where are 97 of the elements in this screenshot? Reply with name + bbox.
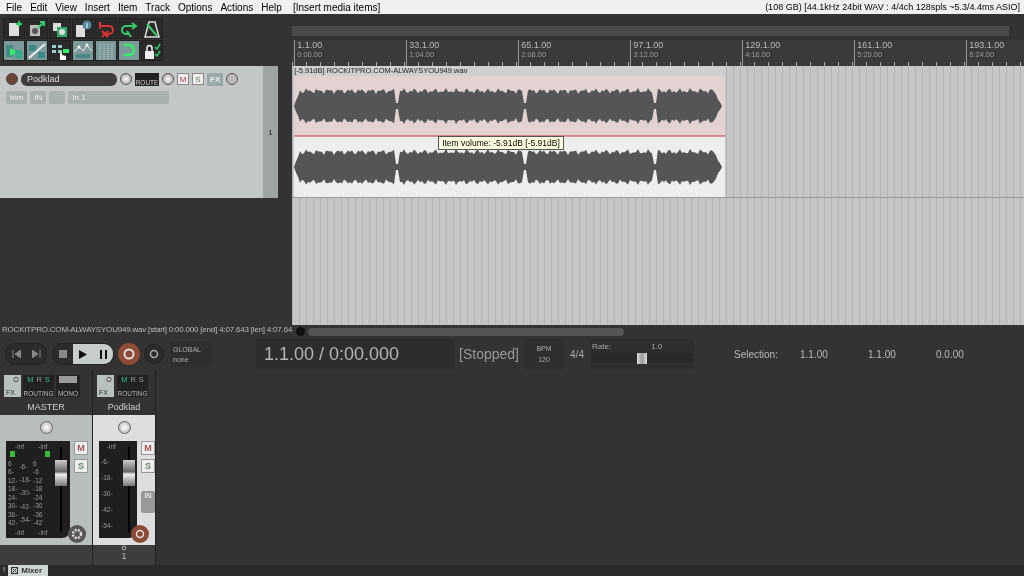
envelope-button[interactable] — [226, 73, 239, 85]
rate-value: 1.0 — [651, 342, 663, 351]
toolbar-button[interactable] — [3, 40, 25, 61]
toolbar-button[interactable] — [95, 40, 117, 61]
fader-thumb[interactable] — [55, 459, 68, 486]
toolbar-button[interactable] — [3, 18, 25, 39]
solo-button[interactable]: S — [141, 459, 155, 473]
pan-knob[interactable] — [162, 73, 174, 85]
settings-icon — [71, 528, 83, 540]
envelope-icon — [73, 41, 93, 60]
record-icon — [135, 529, 145, 539]
track-number: 1 — [263, 66, 278, 198]
metronome-icon — [142, 19, 162, 38]
scrollbar-thumb[interactable] — [308, 327, 625, 336]
rate-slider-thumb[interactable] — [637, 353, 647, 364]
track-number: 1 — [121, 551, 127, 561]
play-button[interactable] — [73, 344, 93, 364]
settings-button[interactable] — [68, 525, 86, 543]
selection-value: 1.1.00 — [868, 348, 897, 360]
redo-icon — [119, 19, 139, 38]
record-icon — [123, 348, 135, 360]
toolbar-button[interactable] — [118, 18, 140, 39]
selection-value: 1.1.00 — [800, 348, 829, 360]
strip-name: MASTER — [26, 402, 66, 412]
time-signature[interactable]: 4/4 — [564, 348, 590, 360]
toolbar-button[interactable] — [49, 40, 71, 61]
mute-button[interactable]: M — [177, 73, 189, 85]
toolbar-button[interactable] — [72, 40, 94, 61]
menu-item[interactable]: Item — [114, 1, 143, 13]
repeat-icon — [149, 349, 159, 359]
menu-item[interactable]: Insert — [81, 1, 115, 13]
input-toggle-button[interactable] — [49, 90, 66, 104]
ruler-bar-label: 129.1.00 — [745, 40, 781, 50]
toolbar-button[interactable] — [26, 40, 48, 61]
stop-icon — [59, 350, 67, 358]
pan-knob[interactable] — [117, 421, 131, 434]
tooltip: Item volume: -5.91dB [-5.91dB] — [438, 136, 564, 150]
power-icon — [13, 376, 19, 382]
pause-button[interactable] — [93, 344, 113, 364]
solo-button[interactable]: S — [192, 73, 204, 85]
item-info-text: ROCKITPRO.COM-ALWAYSYOU949.wav [start] 0:00.000 [end] 4:07.643 [len] 4:07.64 — [1, 325, 293, 336]
meter-peak-bar — [45, 451, 50, 457]
toolbar-button[interactable] — [49, 18, 71, 39]
rate-label: Rate: — [592, 342, 612, 351]
solo-button[interactable]: S — [74, 459, 88, 473]
action-hint: [Insert media items] — [293, 1, 381, 13]
toolbar-button[interactable] — [141, 40, 163, 61]
ruler-bar-label: 65.1.00 — [521, 40, 552, 50]
dock-marker: ! — [2, 565, 7, 576]
menu-item[interactable]: Edit — [27, 1, 53, 13]
dock-tab[interactable]: Mixer — [8, 565, 49, 576]
strip-name: Podklad — [106, 402, 142, 412]
toolbar-button[interactable] — [72, 18, 94, 39]
ripple-icon — [27, 41, 47, 60]
ruler-bar-label: 97.1.00 — [633, 40, 664, 50]
ruler-bar-label: 193.1.00 — [969, 40, 1005, 50]
play-icon — [79, 349, 87, 359]
volume-line[interactable] — [294, 135, 726, 137]
record-arm-button[interactable] — [131, 525, 149, 543]
play-state-text: [Stopped] — [458, 346, 520, 362]
skip-forward-icon — [31, 350, 41, 358]
disk-arrow-icon — [27, 19, 47, 38]
volume-knob[interactable] — [120, 73, 132, 85]
toolbar-button[interactable] — [141, 18, 163, 39]
close-icon[interactable] — [11, 567, 19, 574]
pause-icon — [99, 349, 107, 359]
selection-label: Selection: — [734, 348, 779, 360]
position-display: 1.1.00 / 0:00.000 — [256, 339, 454, 369]
mute-button[interactable]: M — [141, 441, 155, 455]
repeat-button[interactable] — [144, 344, 164, 364]
status-text: (108 GB) [44.1kHz 24bit WAV : 4/4ch 128spls ~5.3/4.4ms ASIO] — [765, 2, 1021, 12]
menu-item[interactable]: File — [3, 1, 28, 13]
ruler-bar-label: 1.1.00 — [297, 40, 323, 50]
file-info-icon — [73, 19, 93, 38]
fader-thumb[interactable] — [122, 459, 135, 486]
record-button[interactable] — [118, 343, 140, 365]
menu-item[interactable]: Track — [142, 1, 175, 13]
meter-peak-bar — [10, 451, 15, 457]
power-icon — [106, 376, 112, 382]
pan-knob[interactable] — [39, 421, 53, 434]
pin-icon — [121, 545, 127, 551]
grid-icon — [96, 41, 116, 60]
record-arm-button[interactable] — [6, 73, 18, 85]
toolbar-button[interactable] — [26, 18, 48, 39]
toolbar-button[interactable] — [118, 40, 140, 61]
ruler-bar-label: 33.1.00 — [409, 40, 440, 50]
skip-back-icon — [11, 350, 21, 358]
lock-icon — [142, 41, 162, 60]
menu-item[interactable]: Help — [258, 1, 287, 13]
selection-value: 0.0.00 — [936, 348, 965, 360]
menu-item[interactable]: Options — [174, 1, 218, 13]
menu-item[interactable]: Actions — [217, 1, 259, 13]
menu-item[interactable]: View — [52, 1, 82, 13]
mute-button[interactable]: M — [74, 441, 88, 455]
undo-icon — [96, 19, 116, 38]
track-name-field[interactable]: Podklad — [21, 72, 117, 86]
ruler-bar-label: 161.1.00 — [857, 40, 893, 50]
